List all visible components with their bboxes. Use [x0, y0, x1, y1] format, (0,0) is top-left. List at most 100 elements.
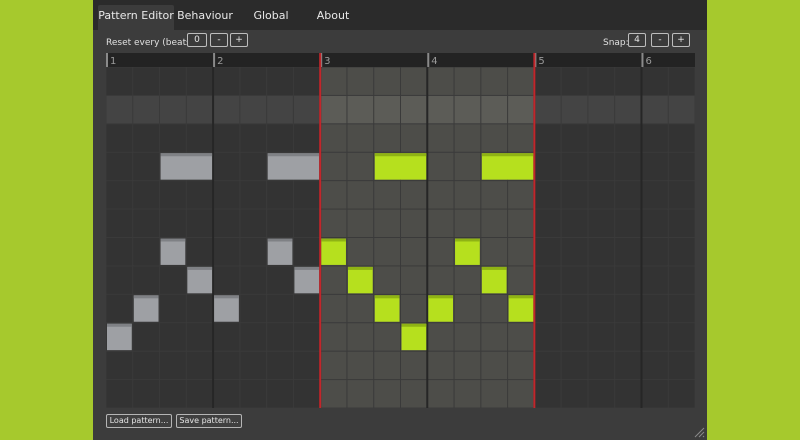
grid-cell[interactable]: [213, 152, 240, 181]
tab-about[interactable]: About: [313, 5, 353, 30]
note[interactable]: [107, 323, 132, 351]
grid-cell[interactable]: [561, 351, 588, 380]
grid-cell[interactable]: [374, 380, 400, 408]
note[interactable]: [481, 153, 534, 180]
grid-cell[interactable]: [347, 294, 374, 323]
grid-cell[interactable]: [561, 380, 588, 408]
grid-cell[interactable]: [641, 323, 668, 351]
grid-cell[interactable]: [374, 95, 400, 124]
grid-cell[interactable]: [668, 152, 695, 181]
grid-cell[interactable]: [454, 67, 481, 95]
note[interactable]: [508, 295, 534, 322]
grid-cell[interactable]: [588, 294, 615, 323]
snap-decrement-button[interactable]: -: [651, 33, 669, 47]
grid-cell[interactable]: [240, 67, 267, 95]
grid-cell[interactable]: [374, 67, 400, 95]
grid-cell[interactable]: [588, 152, 615, 181]
grid-cell[interactable]: [481, 294, 508, 323]
grid-cell[interactable]: [615, 266, 641, 294]
grid-cell[interactable]: [641, 209, 668, 237]
grid-cell[interactable]: [615, 67, 641, 95]
grid-cell[interactable]: [347, 238, 374, 266]
grid-cell[interactable]: [347, 181, 374, 209]
grid-cell[interactable]: [668, 124, 695, 152]
grid-cell[interactable]: [615, 323, 641, 351]
grid-cell[interactable]: [320, 323, 347, 351]
grid-cell[interactable]: [186, 238, 213, 266]
grid-cell[interactable]: [186, 351, 213, 380]
grid-cell[interactable]: [106, 380, 133, 408]
grid-cell[interactable]: [534, 266, 561, 294]
grid-cell[interactable]: [374, 266, 400, 294]
grid-cell[interactable]: [186, 380, 213, 408]
grid-cell[interactable]: [213, 95, 240, 124]
grid-cell[interactable]: [615, 380, 641, 408]
grid-cell[interactable]: [615, 95, 641, 124]
load-pattern-button[interactable]: Load pattern...: [106, 414, 172, 428]
note[interactable]: [214, 295, 239, 322]
grid-cell[interactable]: [481, 323, 508, 351]
grid-cell[interactable]: [561, 209, 588, 237]
grid-cell[interactable]: [133, 181, 160, 209]
grid-cell[interactable]: [347, 152, 374, 181]
grid-cell[interactable]: [615, 181, 641, 209]
grid-cell[interactable]: [320, 181, 347, 209]
grid-cell[interactable]: [641, 95, 668, 124]
grid-cell[interactable]: [213, 266, 240, 294]
grid-cell[interactable]: [240, 209, 267, 237]
note[interactable]: [321, 238, 346, 265]
grid-cell[interactable]: [508, 351, 534, 380]
note[interactable]: [347, 266, 373, 294]
grid-cell[interactable]: [186, 294, 213, 323]
grid-cell[interactable]: [293, 351, 320, 380]
grid-cell[interactable]: [615, 152, 641, 181]
note[interactable]: [428, 295, 454, 322]
grid-cell[interactable]: [454, 124, 481, 152]
grid-cell[interactable]: [106, 181, 133, 209]
grid-cell[interactable]: [320, 209, 347, 237]
grid-cell[interactable]: [160, 323, 186, 351]
grid-cell[interactable]: [641, 67, 668, 95]
grid-cell[interactable]: [401, 238, 427, 266]
grid-cell[interactable]: [615, 124, 641, 152]
grid-cell[interactable]: [186, 323, 213, 351]
grid-cell[interactable]: [240, 95, 267, 124]
grid-cell[interactable]: [668, 95, 695, 124]
grid-cell[interactable]: [561, 294, 588, 323]
grid-cell[interactable]: [320, 124, 347, 152]
grid-cell[interactable]: [641, 380, 668, 408]
grid-cell[interactable]: [213, 181, 240, 209]
grid-cell[interactable]: [401, 95, 427, 124]
grid-cell[interactable]: [561, 95, 588, 124]
grid-cell[interactable]: [133, 67, 160, 95]
note[interactable]: [294, 266, 320, 294]
grid-cell[interactable]: [106, 238, 133, 266]
grid-cell[interactable]: [508, 266, 534, 294]
grid-cell[interactable]: [106, 95, 133, 124]
grid-cell[interactable]: [133, 380, 160, 408]
grid-cell[interactable]: [508, 181, 534, 209]
grid-cell[interactable]: [401, 209, 427, 237]
grid-cell[interactable]: [106, 67, 133, 95]
grid-cell[interactable]: [160, 95, 186, 124]
grid-cell[interactable]: [293, 294, 320, 323]
grid-cell[interactable]: [347, 380, 374, 408]
grid-cell[interactable]: [427, 95, 454, 124]
grid-cell[interactable]: [615, 238, 641, 266]
grid-cell[interactable]: [427, 351, 454, 380]
grid-cell[interactable]: [186, 124, 213, 152]
grid-cell[interactable]: [401, 67, 427, 95]
grid-cell[interactable]: [293, 124, 320, 152]
grid-cell[interactable]: [454, 95, 481, 124]
grid-cell[interactable]: [641, 181, 668, 209]
grid-cell[interactable]: [160, 380, 186, 408]
grid-cell[interactable]: [374, 351, 400, 380]
grid-cell[interactable]: [534, 95, 561, 124]
grid-cell[interactable]: [133, 95, 160, 124]
grid-cell[interactable]: [641, 266, 668, 294]
grid-cell[interactable]: [320, 351, 347, 380]
grid-cell[interactable]: [481, 124, 508, 152]
grid-cell[interactable]: [240, 266, 267, 294]
grid-cell[interactable]: [534, 67, 561, 95]
grid-cell[interactable]: [267, 67, 293, 95]
